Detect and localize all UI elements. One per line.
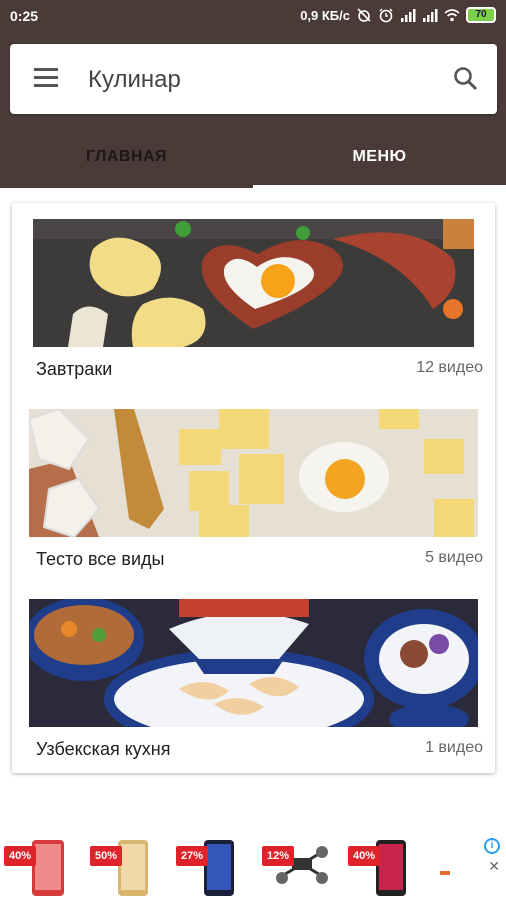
signal-icon	[401, 9, 416, 22]
ad-info-icon[interactable]: i	[484, 838, 500, 854]
category-count: 12 видео	[416, 359, 483, 376]
status-icons: 0,9 КБ/с 70	[300, 7, 496, 23]
category-label: Тесто все виды	[36, 549, 165, 569]
uzbek-cuisine-photo	[29, 599, 478, 727]
category-count: 1 видео	[425, 739, 483, 756]
alarm-off-icon	[357, 8, 371, 22]
ad-product-tile[interactable]: 27%	[176, 838, 248, 898]
alarm-clock-icon	[379, 8, 393, 23]
discount-badge: 12%	[262, 846, 294, 866]
ad-product-tile[interactable]: 12%	[262, 838, 334, 898]
category-label: Завтраки	[36, 359, 113, 379]
wifi-icon	[444, 9, 460, 22]
category-label: Узбекская кухня	[36, 739, 171, 759]
discount-badge: 27%	[176, 846, 208, 866]
category-item-breakfast[interactable]: Завтраки 12 видео	[12, 203, 495, 393]
tab-bar: ГЛАВНАЯ МЕНЮ	[0, 128, 506, 188]
breakfast-photo	[33, 219, 474, 347]
status-time: 0:25	[10, 8, 39, 24]
battery-icon: 70	[466, 7, 496, 23]
ad-logo	[440, 862, 480, 875]
category-item-dough[interactable]: Тесто все виды 5 видео	[12, 393, 495, 583]
category-item-uzbek[interactable]: Узбекская кухня 1 видео	[12, 583, 495, 773]
hamburger-menu-icon[interactable]	[34, 68, 58, 90]
category-list: Завтраки 12 видео Тесто все виды 5 видео	[12, 203, 495, 773]
tab-home[interactable]: ГЛАВНАЯ	[0, 128, 253, 188]
ad-product-tile[interactable]: 40%	[4, 838, 76, 898]
ad-banner[interactable]: 40% 50% 27% 12% 40% i ✕	[0, 828, 506, 900]
ad-product-tile[interactable]: 50%	[90, 838, 162, 898]
signal-icon	[423, 9, 438, 22]
discount-badge: 40%	[348, 846, 380, 866]
close-icon[interactable]: ✕	[488, 858, 500, 875]
app-title: Кулинар	[88, 66, 181, 93]
search-bar[interactable]: Кулинар	[10, 44, 497, 114]
app-header: 0:25 0,9 КБ/с 70 Кулинар ГЛАВНАЯ МЕНЮ	[0, 0, 506, 188]
status-bar: 0:25 0,9 КБ/с 70	[0, 0, 506, 34]
discount-badge: 40%	[4, 846, 36, 866]
search-icon[interactable]	[453, 66, 479, 92]
tab-menu[interactable]: МЕНЮ	[253, 128, 506, 188]
category-count: 5 видео	[425, 549, 483, 566]
dough-photo	[29, 409, 478, 537]
ad-product-tile[interactable]: 40%	[348, 838, 420, 898]
discount-badge: 50%	[90, 846, 122, 866]
network-speed: 0,9 КБ/с	[300, 7, 350, 23]
